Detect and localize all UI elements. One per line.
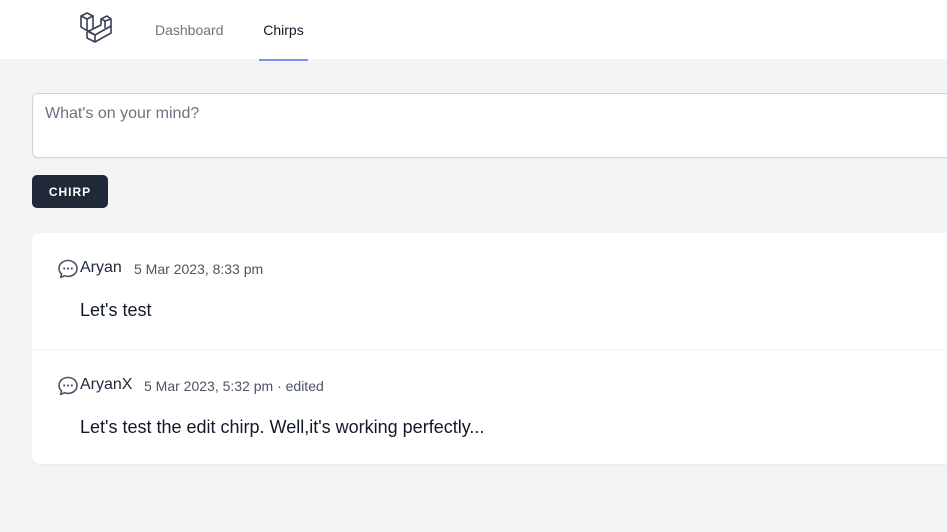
chat-bubble-icon <box>58 259 78 279</box>
chirp-message: Let's test <box>80 300 152 320</box>
chirp-item: Aryan 5 Mar 2023, 8:33 pm Let's test <box>32 233 947 349</box>
laravel-logo-icon[interactable] <box>78 11 112 45</box>
chirp-message-input[interactable] <box>32 93 947 158</box>
chirp-author: Aryan <box>80 259 122 276</box>
chirp-timestamp: 5 Mar 2023, 5:32 pm · edited <box>144 378 324 394</box>
chirp-message: Let's test the edit chirp. Well,it's wor… <box>80 417 485 437</box>
nav-link-chirps-label: Chirps <box>263 21 304 38</box>
chirp-timestamp: 5 Mar 2023, 8:33 pm <box>134 261 264 277</box>
chirp-submit-button[interactable]: CHIRP <box>32 175 108 208</box>
nav-link-dashboard-label: Dashboard <box>155 21 224 38</box>
nav-link-dashboard[interactable]: Dashboard <box>155 0 224 59</box>
nav-link-chirps[interactable]: Chirps <box>259 0 308 61</box>
chirp-author: AryanX <box>80 376 133 393</box>
chirp-item: AryanX 5 Mar 2023, 5:32 pm · edited Let'… <box>32 349 947 466</box>
chat-bubble-icon <box>58 376 78 396</box>
top-navigation: Dashboard Chirps <box>0 0 947 61</box>
chirps-list: Aryan 5 Mar 2023, 8:33 pm Let's test Ary… <box>32 233 947 464</box>
active-tab-indicator <box>259 59 308 61</box>
